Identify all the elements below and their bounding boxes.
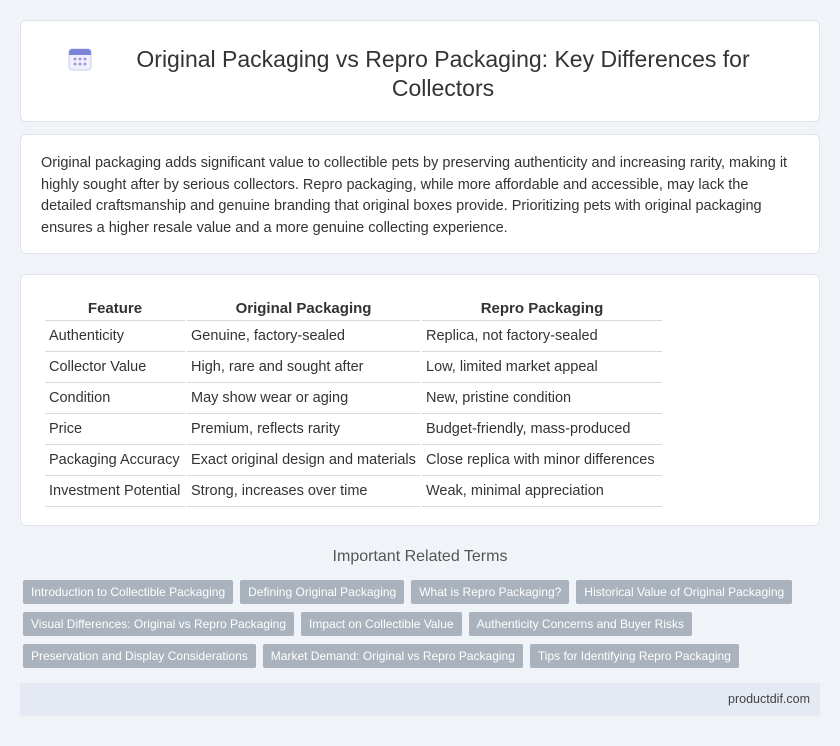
intro-card: Original packaging adds significant valu… xyxy=(20,134,820,254)
page-title: Original Packaging vs Repro Packaging: K… xyxy=(136,46,750,101)
calendar-icon xyxy=(68,48,92,71)
repro-cell: Weak, minimal appreciation xyxy=(422,476,662,507)
original-cell: Premium, reflects rarity xyxy=(187,414,420,445)
column-header-original: Original Packaging xyxy=(187,295,420,321)
repro-cell: Budget-friendly, mass-produced xyxy=(422,414,662,445)
original-cell: Genuine, factory-sealed xyxy=(187,321,420,352)
header-card: Original Packaging vs Repro Packaging: K… xyxy=(20,20,820,122)
table-row: Authenticity Genuine, factory-sealed Rep… xyxy=(45,321,662,352)
footer-bar: productdif.com xyxy=(20,683,820,716)
related-term-tag[interactable]: Authenticity Concerns and Buyer Risks xyxy=(468,612,692,636)
repro-cell: Replica, not factory-sealed xyxy=(422,321,662,352)
column-header-repro: Repro Packaging xyxy=(422,295,662,321)
related-term-tag[interactable]: Historical Value of Original Packaging xyxy=(576,580,793,604)
table-row: Investment Potential Strong, increases o… xyxy=(45,476,662,507)
related-term-tag[interactable]: Preservation and Display Considerations xyxy=(23,644,256,668)
related-term-tag[interactable]: Impact on Collectible Value xyxy=(301,612,462,636)
feature-cell: Condition xyxy=(45,383,185,414)
related-term-tag[interactable]: Visual Differences: Original vs Repro Pa… xyxy=(23,612,295,636)
feature-cell: Collector Value xyxy=(45,352,185,383)
related-term-tag[interactable]: Defining Original Packaging xyxy=(240,580,405,604)
feature-cell: Authenticity xyxy=(45,321,185,352)
column-header-feature: Feature xyxy=(45,295,185,321)
table-row: Collector Value High, rare and sought af… xyxy=(45,352,662,383)
table-header-row: Feature Original Packaging Repro Packagi… xyxy=(45,295,662,321)
related-terms-heading: Important Related Terms xyxy=(332,548,508,565)
table-row: Condition May show wear or aging New, pr… xyxy=(45,383,662,414)
repro-cell: Close replica with minor differences xyxy=(422,445,662,476)
original-cell: High, rare and sought after xyxy=(187,352,420,383)
related-term-tag[interactable]: What is Repro Packaging? xyxy=(411,580,570,604)
feature-cell: Packaging Accuracy xyxy=(45,445,185,476)
intro-paragraph: Original packaging adds significant valu… xyxy=(41,155,788,236)
related-term-tag[interactable]: Market Demand: Original vs Repro Packagi… xyxy=(262,644,523,668)
original-cell: May show wear or aging xyxy=(187,383,420,414)
repro-cell: Low, limited market appeal xyxy=(422,352,662,383)
comparison-card: Feature Original Packaging Repro Packagi… xyxy=(20,274,820,526)
feature-cell: Investment Potential xyxy=(45,476,185,507)
original-cell: Strong, increases over time xyxy=(187,476,420,507)
related-term-tag[interactable]: Introduction to Collectible Packaging xyxy=(23,580,234,604)
original-cell: Exact original design and materials xyxy=(187,445,420,476)
related-terms-list: Introduction to Collectible Packaging De… xyxy=(23,580,823,676)
repro-cell: New, pristine condition xyxy=(422,383,662,414)
table-row: Packaging Accuracy Exact original design… xyxy=(45,445,662,476)
feature-cell: Price xyxy=(45,414,185,445)
footer-site-name: productdif.com xyxy=(728,692,810,706)
table-row: Price Premium, reflects rarity Budget-fr… xyxy=(45,414,662,445)
related-term-tag[interactable]: Tips for Identifying Repro Packaging xyxy=(529,644,739,668)
comparison-table: Feature Original Packaging Repro Packagi… xyxy=(43,295,664,507)
